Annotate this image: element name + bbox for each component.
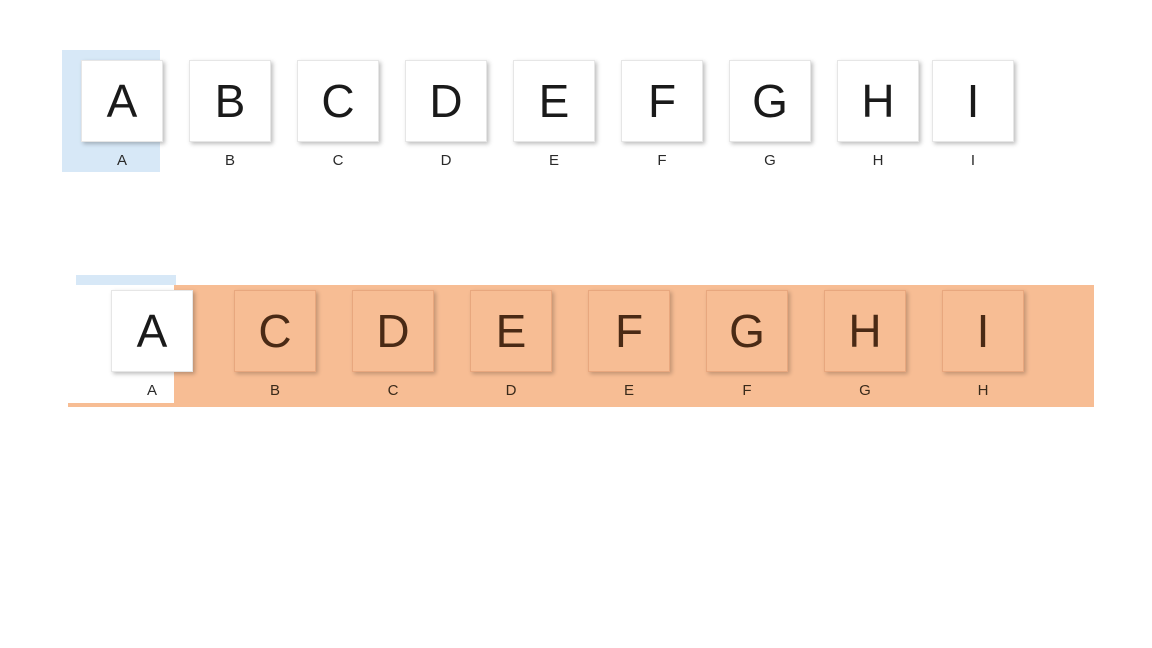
tile-2-A[interactable]: A (111, 290, 193, 372)
caption-A: A (68, 152, 176, 169)
letter-cell-2-F[interactable]: F E (570, 290, 688, 399)
letter-cell-C[interactable]: C C (284, 60, 392, 169)
tile-C[interactable]: C (297, 60, 379, 142)
letter-cell-2-C[interactable]: C B (216, 290, 334, 399)
tile-H[interactable]: H (837, 60, 919, 142)
tile-2-D[interactable]: D (352, 290, 434, 372)
caption-H: H (824, 152, 932, 169)
tile-2-H[interactable]: H (824, 290, 906, 372)
letter-cell-2-H[interactable]: H G (806, 290, 924, 399)
letter-cell-B[interactable]: B B (176, 60, 284, 169)
letter-cell-2-D[interactable]: D C (334, 290, 452, 399)
tile-B[interactable]: B (189, 60, 271, 142)
caption-2-B: B (216, 382, 334, 399)
letter-cell-H[interactable]: H H (824, 60, 932, 169)
tile-A[interactable]: A (81, 60, 163, 142)
letter-cell-2-E[interactable]: E D (452, 290, 570, 399)
letter-cell-I[interactable]: I I (932, 60, 1014, 169)
letter-row-2-wrapper: A A C B D C E D F E G F H G I H (68, 275, 1022, 384)
tile-F[interactable]: F (621, 60, 703, 142)
caption-I: I (932, 152, 1014, 169)
caption-2-E: E (570, 382, 688, 399)
caption-F: F (608, 152, 716, 169)
caption-2-A: A (88, 382, 216, 399)
tile-2-I[interactable]: I (942, 290, 1024, 372)
letter-cell-E[interactable]: E E (500, 60, 608, 169)
tile-I[interactable]: I (932, 60, 1014, 142)
letter-cell-A[interactable]: A A (68, 60, 176, 169)
tile-2-C[interactable]: C (234, 290, 316, 372)
letter-cell-F[interactable]: F F (608, 60, 716, 169)
caption-2-F: F (688, 382, 806, 399)
letter-cell-2-A[interactable]: A A (88, 290, 216, 399)
tile-2-F[interactable]: F (588, 290, 670, 372)
letter-cell-G[interactable]: G G (716, 60, 824, 169)
tile-2-G[interactable]: G (706, 290, 788, 372)
letter-row-2: A A C B D C E D F E G F H G I H (88, 290, 1042, 399)
tile-D[interactable]: D (405, 60, 487, 142)
tile-E[interactable]: E (513, 60, 595, 142)
letter-row-1: A A B B C C D D E E F F G G H H I I (68, 60, 1014, 169)
tile-G[interactable]: G (729, 60, 811, 142)
caption-E: E (500, 152, 608, 169)
caption-2-H: H (924, 382, 1042, 399)
letter-cell-D[interactable]: D D (392, 60, 500, 169)
orange-bottom-edge (68, 403, 174, 407)
blue-strip (76, 275, 176, 285)
caption-2-C: C (334, 382, 452, 399)
caption-B: B (176, 152, 284, 169)
tile-2-E[interactable]: E (470, 290, 552, 372)
letter-cell-2-I[interactable]: I H (924, 290, 1042, 399)
caption-D: D (392, 152, 500, 169)
caption-C: C (284, 152, 392, 169)
caption-2-D: D (452, 382, 570, 399)
caption-G: G (716, 152, 824, 169)
letter-cell-2-G[interactable]: G F (688, 290, 806, 399)
caption-2-G: G (806, 382, 924, 399)
